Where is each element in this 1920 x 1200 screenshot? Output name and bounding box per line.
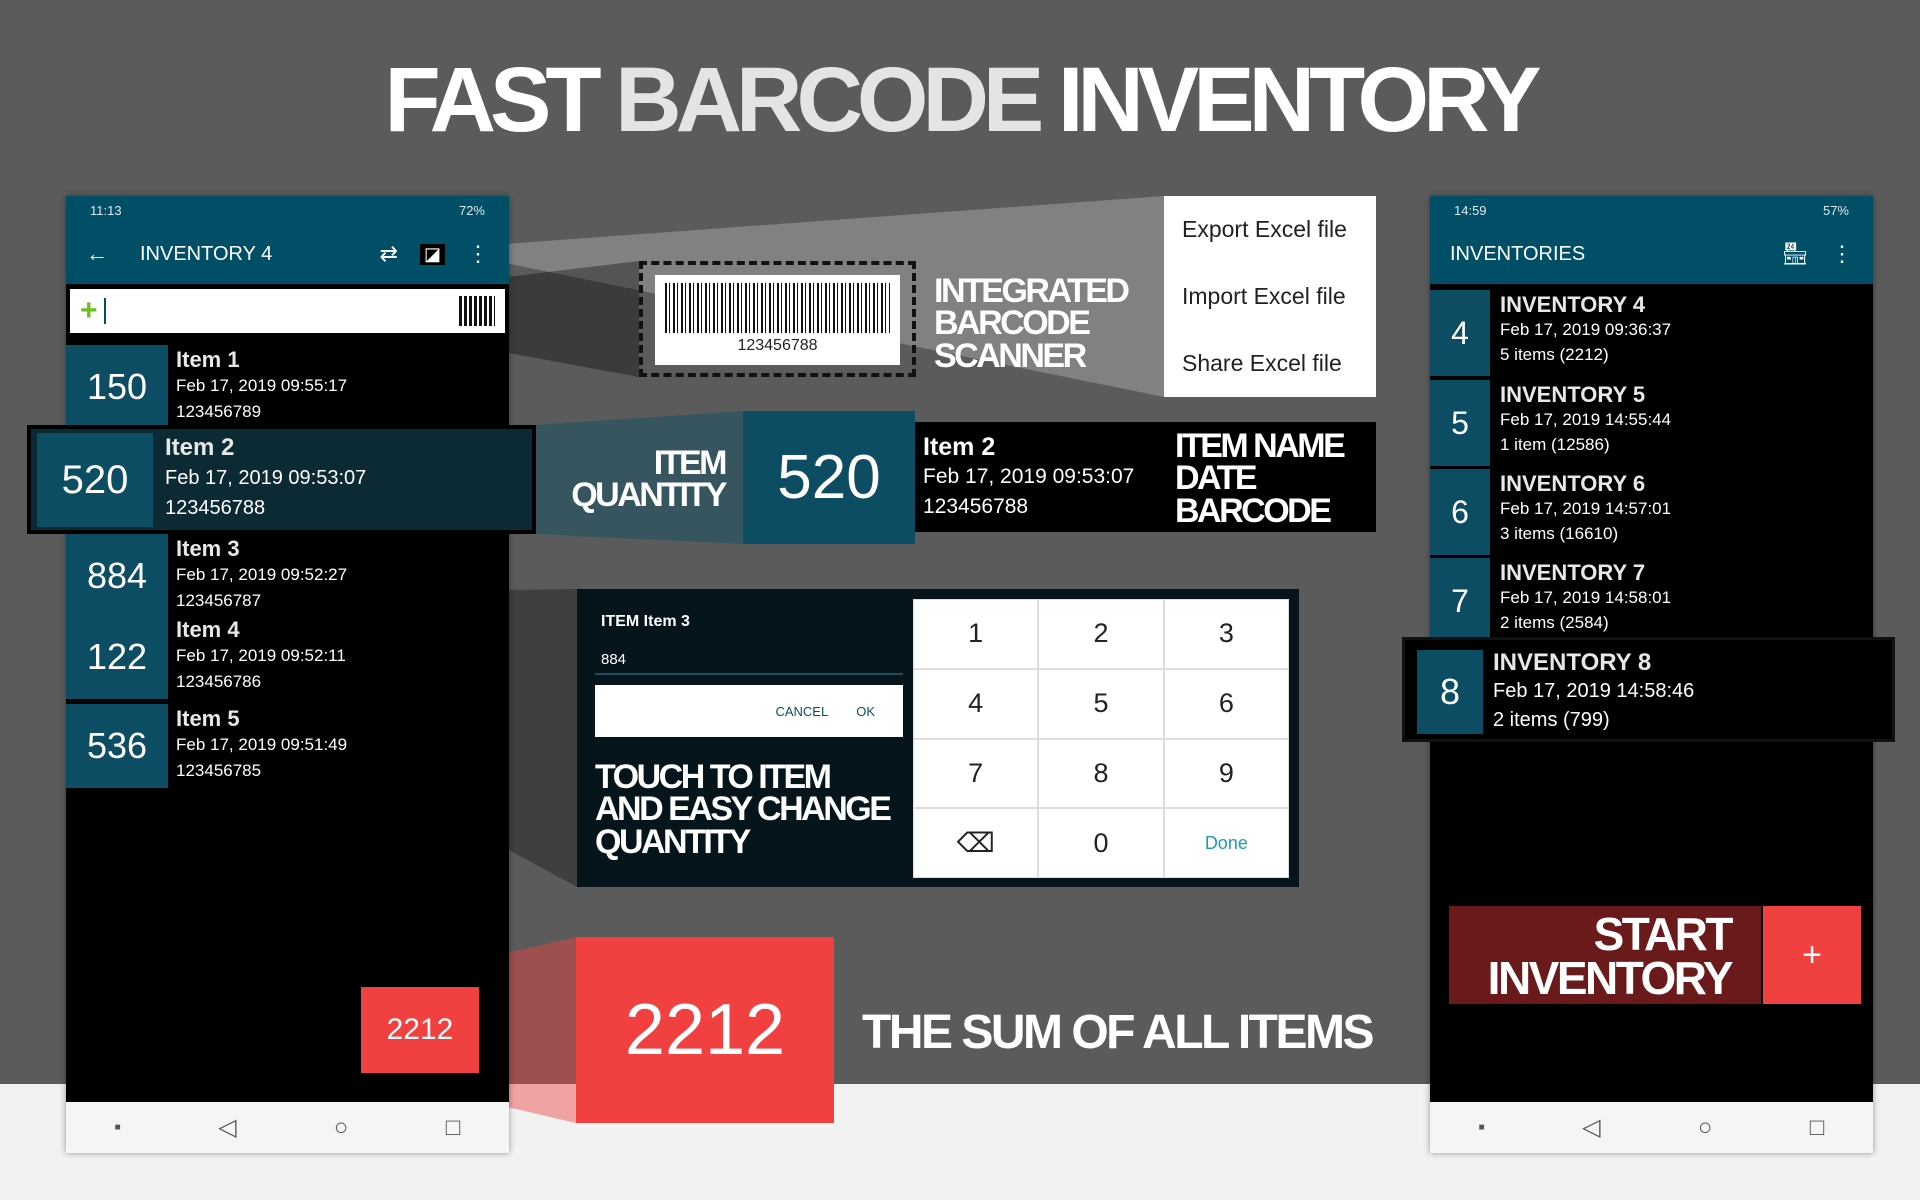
list-item[interactable]: 884 Item 3 Feb 17, 2019 09:52:27 123456787 [66,534,509,620]
app-bar: INVENTORIES 🏪︎ ⋮ [1430,224,1873,284]
key-3[interactable]: 3 [1163,599,1289,669]
inventory-item[interactable]: 6 INVENTORY 6 Feb 17, 2019 14:57:01 3 items… [1430,469,1873,558]
key-1[interactable]: 1 [913,599,1039,669]
highlighted-list-item[interactable]: 520 Item 2 Feb 17, 2019 09:53:07 123456788 [27,425,536,534]
done-key[interactable]: Done [1163,808,1289,878]
key-6[interactable]: 6 [1163,668,1289,739]
overflow-menu: Export Excel file Import Excel file Shar… [1164,196,1376,397]
more-vert-icon[interactable]: ⋮ [1831,241,1853,267]
sum-caption: THE SUM OF ALL ITEMS [862,1006,1375,1059]
scanner-caption: INTEGRATED BARCODE SCANNER [934,272,1130,375]
quantity-dialog: ITEM Item 3 884 CANCEL OK TOUCH TO ITEM AN… [577,589,1299,887]
key-5[interactable]: 5 [1038,668,1164,739]
key-0[interactable]: 0 [1038,808,1164,878]
back-nav-icon[interactable]: ◁ [218,1113,236,1142]
add-box-icon[interactable]: ◪ [419,243,445,265]
dot-icon: ■ [1478,1122,1485,1133]
scanner-frame: 123456788 [639,261,916,377]
add-inventory-button[interactable]: + [1763,906,1861,1004]
item-detail-callout: Item 2 Feb 17, 2019 09:53:07 123456788 ITE… [915,422,1376,532]
nav-bar: ■ ◁ ○ □ [1430,1102,1873,1153]
nav-bar: ■ ◁ ○ □ [66,1102,509,1153]
dialog-actions: CANCEL OK [595,685,903,737]
highlighted-inventory-item[interactable]: 8 INVENTORY 8 Feb 17, 2019 14:58:46 2 item… [1402,637,1895,742]
screen-title: INVENTORIES [1450,242,1586,265]
key-2[interactable]: 2 [1038,599,1164,669]
inventory-item[interactable]: 4 INVENTORY 4 Feb 17, 2019 09:36:37 5 items… [1430,290,1873,379]
arrow-left-icon[interactable]: ← [86,241,108,267]
item-quantity-caption: ITEM QUANTITY [571,444,727,515]
quantity-callout: 520 [743,411,915,544]
swap-icon[interactable]: ⇄ [380,241,398,267]
quantity-field[interactable]: 884 [595,645,903,675]
store-icon[interactable]: 🏪︎ [1781,241,1809,267]
cancel-button[interactable]: CANCEL [775,704,828,719]
backspace-icon[interactable]: ⌫ [913,808,1039,878]
sum-callout: 2212 [576,937,834,1123]
more-vert-icon[interactable]: ⋮ [467,241,489,267]
status-bar: 11:13 72% [66,196,509,224]
menu-item-share[interactable]: Share Excel file [1164,350,1376,417]
plus-icon[interactable]: + [80,294,98,328]
sum-badge: 2212 [361,987,479,1073]
barcode-icon[interactable] [459,296,495,326]
numeric-keypad: 1 2 3 4 5 6 7 8 9 ⌫ 0 Done [913,599,1289,878]
ok-button[interactable]: OK [856,704,875,719]
key-8[interactable]: 8 [1038,738,1164,809]
inventory-item[interactable]: 7 INVENTORY 7 Feb 17, 2019 14:58:01 2 items… [1430,558,1873,647]
barcode-image: 123456788 [655,275,900,365]
key-9[interactable]: 9 [1163,738,1289,809]
screen-title: INVENTORY 4 [140,242,273,265]
start-inventory-label[interactable]: START INVENTORY [1449,906,1761,1004]
back-nav-icon[interactable]: ◁ [1582,1113,1600,1142]
menu-item-export[interactable]: Export Excel file [1164,216,1376,283]
inventory-item[interactable]: 5 INVENTORY 5 Feb 17, 2019 14:55:44 1 item … [1430,380,1873,469]
status-bar: 14:59 57% [1430,196,1873,224]
list-item[interactable]: 150 Item 1 Feb 17, 2019 09:55:17 123456789 [66,345,509,431]
text-cursor [103,298,106,324]
list-item[interactable]: 122 Item 4 Feb 17, 2019 09:52:11 123456786 [66,615,509,701]
home-icon[interactable]: ○ [334,1114,349,1142]
dot-icon: ■ [114,1122,121,1133]
app-bar: ← INVENTORY 4 ⇄ ◪ ⋮ [66,224,509,284]
recents-icon[interactable]: □ [1810,1114,1825,1142]
home-icon[interactable]: ○ [1698,1114,1713,1142]
list-item[interactable]: 536 Item 5 Feb 17, 2019 09:51:49 123456785 [66,704,509,790]
menu-item-import[interactable]: Import Excel file [1164,283,1376,350]
key-7[interactable]: 7 [913,738,1039,809]
barcode-input[interactable]: + [70,289,505,333]
key-4[interactable]: 4 [913,668,1039,739]
recents-icon[interactable]: □ [446,1114,461,1142]
